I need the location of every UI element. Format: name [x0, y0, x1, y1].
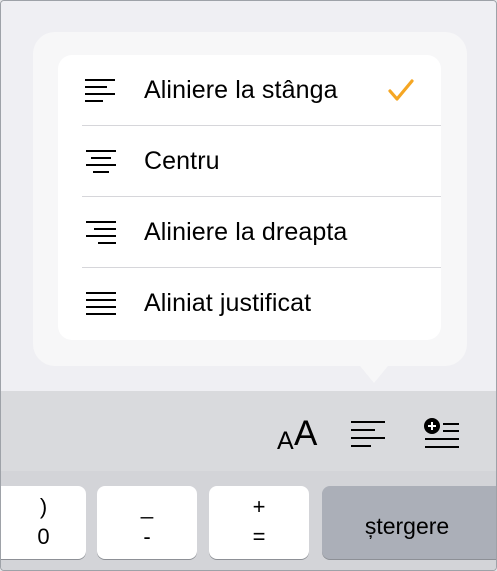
checkmark-icon	[388, 79, 414, 101]
key-bottom-label: 0	[37, 524, 50, 549]
align-left-icon	[85, 79, 115, 102]
key-bottom-label: -	[143, 524, 151, 549]
screen: Aliniere la stânga Centru Aliniere la dr…	[0, 0, 497, 571]
key-plus-equals[interactable]: + =	[209, 486, 309, 559]
insert-list-icon[interactable]	[422, 416, 460, 452]
key-top-label: )	[39, 494, 48, 519]
key-top-label: +	[252, 494, 266, 519]
menu-item-align-justify[interactable]: Aliniat justificat	[58, 268, 441, 339]
menu-item-align-left[interactable]: Aliniere la stânga	[58, 55, 441, 126]
key-paren-zero[interactable]: ) 0	[1, 486, 86, 559]
alignment-menu: Aliniere la stânga Centru Aliniere la dr…	[58, 55, 441, 340]
align-right-icon	[86, 221, 116, 244]
menu-item-align-center[interactable]: Centru	[58, 126, 441, 197]
delete-key[interactable]: ștergere	[322, 486, 496, 559]
align-justify-icon	[86, 292, 116, 315]
menu-item-align-right[interactable]: Aliniere la dreapta	[58, 197, 441, 268]
menu-item-label: Aliniere la dreapta	[144, 218, 348, 246]
align-center-icon	[86, 150, 116, 173]
key-underscore-minus[interactable]: _ -	[97, 486, 197, 559]
key-bottom-label: =	[252, 524, 266, 549]
menu-item-label: Aliniere la stânga	[144, 76, 338, 104]
align-left-icon[interactable]	[350, 419, 386, 449]
popover-arrow	[356, 361, 392, 383]
menu-item-label: Aliniat justificat	[144, 289, 312, 317]
key-top-label: _	[140, 494, 154, 519]
text-size-big-glyph: A	[294, 414, 318, 453]
delete-key-label: ștergere	[364, 513, 450, 539]
text-size-small-glyph: A	[277, 427, 294, 455]
menu-item-label: Centru	[144, 147, 220, 175]
